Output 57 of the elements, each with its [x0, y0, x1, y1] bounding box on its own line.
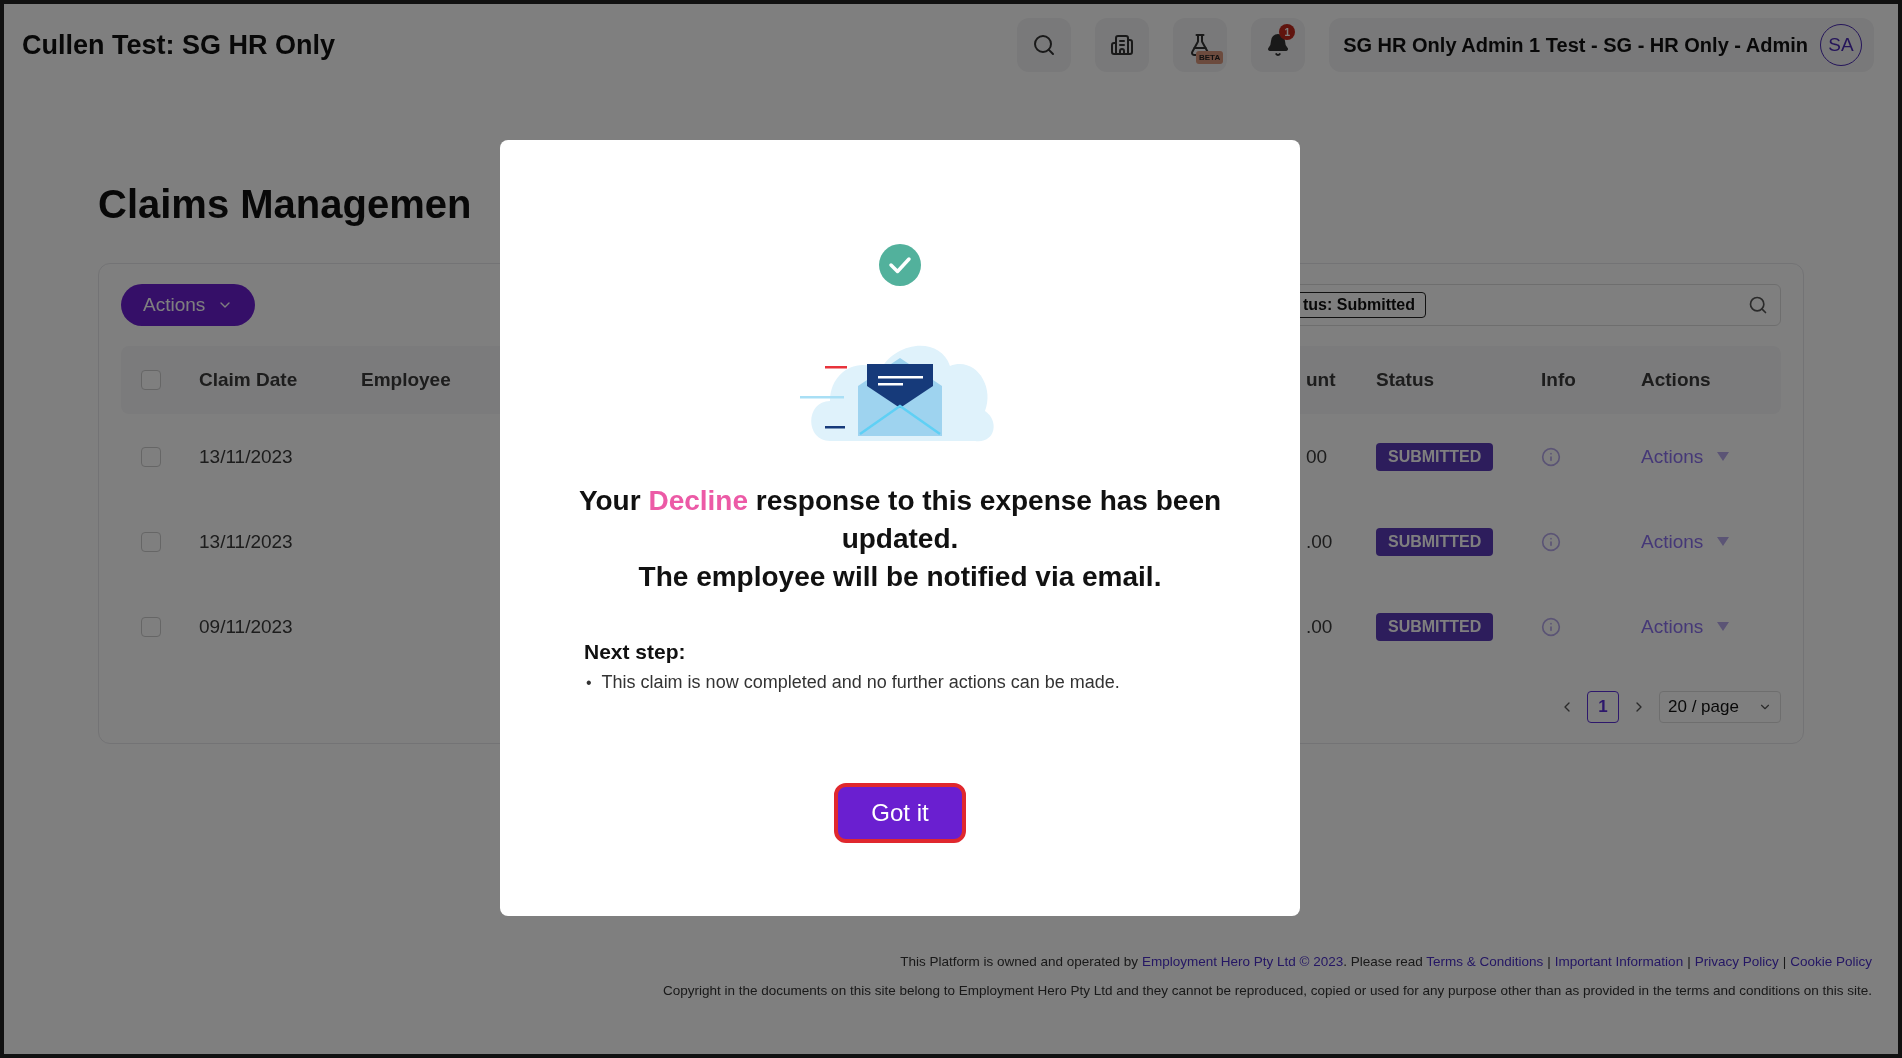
actions-button[interactable]: Actions [121, 284, 256, 326]
row-checkbox[interactable] [141, 616, 161, 637]
user-menu[interactable]: SG HR Only Admin 1 Test - SG - HR Only - Admin SA [1329, 18, 1874, 72]
building-icon [1110, 33, 1135, 57]
beta-features-button[interactable]: BETA [1173, 18, 1228, 72]
notifications-button[interactable]: 1 [1251, 18, 1306, 72]
got-it-button[interactable]: Got it [834, 783, 966, 843]
footer-link[interactable]: Terms & Conditions [1426, 954, 1544, 969]
status-badge: SUBMITTED [1376, 612, 1494, 641]
table-cell-text: 09/11/2023 [199, 615, 294, 638]
column-header: Status [1376, 369, 1436, 391]
table-cell-text: 13/11/2023 [199, 445, 294, 468]
ownership-notice: This Platform is owned and operated by Employment Hero Pty Ltd © 2023. Please read Terms & Conditions | Important Information | Privacy Policy | Cookie Policy [900, 954, 1872, 969]
notification-notice: The employee will be notified via email. [638, 560, 1162, 594]
row-checkbox[interactable] [141, 531, 161, 552]
user-name: SG HR Only Admin 1 Test - SG - HR Only - Admin [1343, 33, 1808, 57]
row-actions-dropdown[interactable]: Actions [1641, 530, 1730, 553]
company-button[interactable] [1095, 18, 1150, 72]
table-cell-text: .00 [1305, 530, 1334, 553]
footer-link[interactable]: Important Information [1554, 954, 1684, 969]
search-button[interactable] [1017, 18, 1072, 72]
page-size-select[interactable]: 20 / page [1659, 691, 1781, 723]
status-badge: SUBMITTED [1376, 442, 1494, 471]
table-cell-text: .00 [1305, 615, 1334, 638]
footer-link[interactable]: Privacy Policy [1694, 954, 1779, 969]
next-step-title: Next step: [584, 640, 687, 664]
status-badge: SUBMITTED [1376, 527, 1494, 556]
workspace-title: Cullen Test: SG HR Only [22, 29, 337, 61]
info-icon[interactable] [1541, 531, 1561, 552]
table-cell-text: 13/11/2023 [199, 530, 294, 553]
confirmation-message: Your Decline response to this expense has been updated. [577, 484, 1223, 556]
select-all-checkbox[interactable] [141, 370, 161, 390]
bullet-marker: • [586, 673, 592, 693]
column-header: Actions [1641, 369, 1712, 391]
search-icon [1032, 33, 1057, 57]
row-actions-dropdown[interactable]: Actions [1641, 445, 1730, 468]
notification-count: 1 [1279, 24, 1296, 40]
beta-badge: BETA [1195, 51, 1224, 64]
table-cell-text: 00 [1305, 445, 1329, 468]
next-step-item: This claim is now completed and no further actions can be made. [601, 671, 1120, 694]
column-header: Claim Date [199, 369, 299, 391]
column-header: unt [1305, 369, 1337, 391]
row-actions-dropdown[interactable]: Actions [1641, 615, 1730, 638]
info-icon[interactable] [1541, 446, 1561, 467]
caret-icon [1717, 537, 1730, 546]
footer-link[interactable]: Cookie Policy [1790, 954, 1872, 969]
search-icon [1748, 295, 1768, 315]
caret-icon [1717, 452, 1730, 461]
column-header: Employee [361, 369, 452, 391]
info-icon[interactable] [1541, 616, 1561, 637]
copyright-notice: Copyright in the documents on this site belong to Employment Hero Pty Ltd and they cannot be reproduced, copied or used for any purpose other than as provided in the terms and conditions on this site. [663, 983, 1872, 998]
caret-icon [1717, 622, 1730, 631]
success-check-icon [879, 244, 921, 286]
page-heading: Claims Managemen [98, 182, 472, 227]
column-header: Info [1541, 369, 1577, 391]
page-number[interactable]: 1 [1587, 691, 1619, 723]
row-checkbox[interactable] [141, 446, 161, 467]
